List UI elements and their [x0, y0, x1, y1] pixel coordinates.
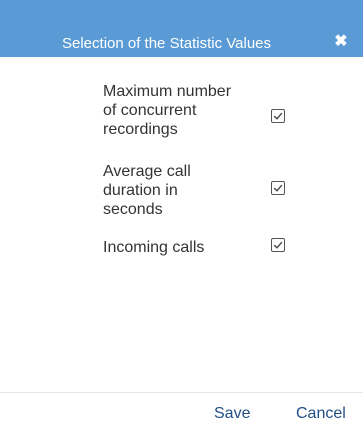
dialog-title: Selection of the Statistic Values — [62, 35, 272, 52]
statistic-values-dialog: Selection of the Statistic Values ✖ Maxi… — [0, 0, 363, 421]
checkbox-max-concurrent-recordings[interactable] — [271, 109, 285, 123]
checkmark-icon — [273, 184, 283, 192]
save-button[interactable]: Save — [214, 404, 250, 421]
checkmark-icon — [273, 112, 283, 120]
label-line: duration in — [103, 182, 178, 199]
cancel-button[interactable]: Cancel — [296, 404, 346, 421]
close-icon[interactable]: ✖ — [333, 33, 349, 51]
option-label-incoming-calls: Incoming calls — [103, 238, 258, 257]
label-line: seconds — [103, 201, 163, 218]
label-line: Average call — [103, 163, 191, 180]
label-line: of concurrent — [103, 102, 197, 119]
option-label-average-call-duration: Average call duration in seconds — [103, 162, 258, 219]
checkmark-icon — [273, 241, 283, 249]
checkbox-incoming-calls[interactable] — [271, 238, 285, 252]
checkbox-average-call-duration[interactable] — [271, 181, 285, 195]
label-line: Maximum number — [103, 83, 232, 100]
option-label-max-concurrent-recordings: Maximum number of concurrent recordings — [103, 82, 258, 139]
label-line: Incoming calls — [103, 239, 205, 256]
dialog-header: Selection of the Statistic Values ✖ — [0, 0, 363, 57]
footer-divider — [0, 392, 363, 393]
label-line: recordings — [103, 121, 178, 138]
